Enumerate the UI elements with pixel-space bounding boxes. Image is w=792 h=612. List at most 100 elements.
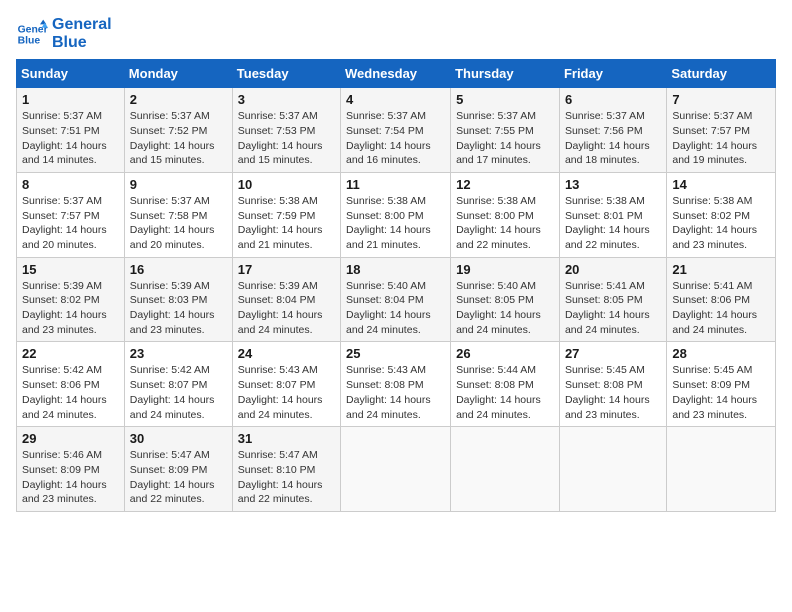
calendar-cell: 7 Sunrise: 5:37 AMSunset: 7:57 PMDayligh… [667,88,776,173]
day-detail: Sunrise: 5:40 AMSunset: 8:05 PMDaylight:… [456,280,541,336]
calendar-week-row: 8 Sunrise: 5:37 AMSunset: 7:57 PMDayligh… [17,172,776,257]
day-detail: Sunrise: 5:37 AMSunset: 7:58 PMDaylight:… [130,195,215,251]
day-detail: Sunrise: 5:37 AMSunset: 7:57 PMDaylight:… [672,110,757,166]
calendar-cell: 18 Sunrise: 5:40 AMSunset: 8:04 PMDaylig… [341,257,451,342]
calendar-cell: 29 Sunrise: 5:46 AMSunset: 8:09 PMDaylig… [17,427,125,512]
day-detail: Sunrise: 5:39 AMSunset: 8:03 PMDaylight:… [130,280,215,336]
calendar-cell: 30 Sunrise: 5:47 AMSunset: 8:09 PMDaylig… [124,427,232,512]
calendar-table: SundayMondayTuesdayWednesdayThursdayFrid… [16,59,776,512]
day-number: 24 [238,346,335,361]
weekday-header-wednesday: Wednesday [341,60,451,88]
calendar-cell: 8 Sunrise: 5:37 AMSunset: 7:57 PMDayligh… [17,172,125,257]
logo: General Blue General Blue [16,16,112,51]
day-number: 31 [238,431,335,446]
calendar-week-row: 22 Sunrise: 5:42 AMSunset: 8:06 PMDaylig… [17,342,776,427]
calendar-cell: 27 Sunrise: 5:45 AMSunset: 8:08 PMDaylig… [559,342,666,427]
day-detail: Sunrise: 5:39 AMSunset: 8:02 PMDaylight:… [22,280,107,336]
calendar-cell: 1 Sunrise: 5:37 AMSunset: 7:51 PMDayligh… [17,88,125,173]
calendar-cell: 11 Sunrise: 5:38 AMSunset: 8:00 PMDaylig… [341,172,451,257]
calendar-cell: 19 Sunrise: 5:40 AMSunset: 8:05 PMDaylig… [451,257,560,342]
day-number: 7 [672,92,770,107]
calendar-cell [341,427,451,512]
day-number: 5 [456,92,554,107]
day-detail: Sunrise: 5:46 AMSunset: 8:09 PMDaylight:… [22,449,107,505]
weekday-header-thursday: Thursday [451,60,560,88]
day-detail: Sunrise: 5:38 AMSunset: 8:01 PMDaylight:… [565,195,650,251]
calendar-cell: 25 Sunrise: 5:43 AMSunset: 8:08 PMDaylig… [341,342,451,427]
day-number: 13 [565,177,661,192]
day-number: 9 [130,177,227,192]
day-number: 20 [565,262,661,277]
page-header: General Blue General Blue [16,16,776,51]
day-detail: Sunrise: 5:37 AMSunset: 7:56 PMDaylight:… [565,110,650,166]
calendar-week-row: 15 Sunrise: 5:39 AMSunset: 8:02 PMDaylig… [17,257,776,342]
calendar-cell: 9 Sunrise: 5:37 AMSunset: 7:58 PMDayligh… [124,172,232,257]
day-number: 2 [130,92,227,107]
day-number: 18 [346,262,445,277]
day-number: 12 [456,177,554,192]
calendar-cell: 2 Sunrise: 5:37 AMSunset: 7:52 PMDayligh… [124,88,232,173]
calendar-week-row: 29 Sunrise: 5:46 AMSunset: 8:09 PMDaylig… [17,427,776,512]
calendar-cell: 6 Sunrise: 5:37 AMSunset: 7:56 PMDayligh… [559,88,666,173]
day-detail: Sunrise: 5:42 AMSunset: 8:07 PMDaylight:… [130,364,215,420]
day-number: 22 [22,346,119,361]
day-number: 23 [130,346,227,361]
calendar-cell [559,427,666,512]
day-number: 19 [456,262,554,277]
day-detail: Sunrise: 5:41 AMSunset: 8:05 PMDaylight:… [565,280,650,336]
day-number: 21 [672,262,770,277]
calendar-cell: 4 Sunrise: 5:37 AMSunset: 7:54 PMDayligh… [341,88,451,173]
day-detail: Sunrise: 5:47 AMSunset: 8:10 PMDaylight:… [238,449,323,505]
calendar-cell: 24 Sunrise: 5:43 AMSunset: 8:07 PMDaylig… [232,342,340,427]
calendar-cell: 3 Sunrise: 5:37 AMSunset: 7:53 PMDayligh… [232,88,340,173]
calendar-cell: 28 Sunrise: 5:45 AMSunset: 8:09 PMDaylig… [667,342,776,427]
day-number: 25 [346,346,445,361]
calendar-cell: 20 Sunrise: 5:41 AMSunset: 8:05 PMDaylig… [559,257,666,342]
logo-icon: General Blue [16,18,48,50]
calendar-cell: 10 Sunrise: 5:38 AMSunset: 7:59 PMDaylig… [232,172,340,257]
day-detail: Sunrise: 5:42 AMSunset: 8:06 PMDaylight:… [22,364,107,420]
svg-text:Blue: Blue [18,35,41,46]
weekday-header-friday: Friday [559,60,666,88]
calendar-week-row: 1 Sunrise: 5:37 AMSunset: 7:51 PMDayligh… [17,88,776,173]
day-number: 17 [238,262,335,277]
calendar-cell: 16 Sunrise: 5:39 AMSunset: 8:03 PMDaylig… [124,257,232,342]
day-detail: Sunrise: 5:40 AMSunset: 8:04 PMDaylight:… [346,280,431,336]
day-number: 15 [22,262,119,277]
day-detail: Sunrise: 5:39 AMSunset: 8:04 PMDaylight:… [238,280,323,336]
weekday-header-tuesday: Tuesday [232,60,340,88]
day-number: 1 [22,92,119,107]
logo-text-blue: Blue [52,34,112,52]
day-number: 27 [565,346,661,361]
day-number: 3 [238,92,335,107]
calendar-cell: 17 Sunrise: 5:39 AMSunset: 8:04 PMDaylig… [232,257,340,342]
calendar-cell [451,427,560,512]
day-detail: Sunrise: 5:38 AMSunset: 8:00 PMDaylight:… [346,195,431,251]
day-detail: Sunrise: 5:37 AMSunset: 7:53 PMDaylight:… [238,110,323,166]
calendar-cell: 15 Sunrise: 5:39 AMSunset: 8:02 PMDaylig… [17,257,125,342]
weekday-header-saturday: Saturday [667,60,776,88]
day-number: 29 [22,431,119,446]
day-detail: Sunrise: 5:37 AMSunset: 7:54 PMDaylight:… [346,110,431,166]
day-number: 26 [456,346,554,361]
day-detail: Sunrise: 5:41 AMSunset: 8:06 PMDaylight:… [672,280,757,336]
day-number: 14 [672,177,770,192]
day-detail: Sunrise: 5:43 AMSunset: 8:08 PMDaylight:… [346,364,431,420]
day-detail: Sunrise: 5:37 AMSunset: 7:51 PMDaylight:… [22,110,107,166]
day-detail: Sunrise: 5:37 AMSunset: 7:55 PMDaylight:… [456,110,541,166]
day-number: 4 [346,92,445,107]
calendar-cell: 31 Sunrise: 5:47 AMSunset: 8:10 PMDaylig… [232,427,340,512]
day-number: 28 [672,346,770,361]
day-detail: Sunrise: 5:45 AMSunset: 8:09 PMDaylight:… [672,364,757,420]
weekday-header-sunday: Sunday [17,60,125,88]
day-detail: Sunrise: 5:37 AMSunset: 7:57 PMDaylight:… [22,195,107,251]
calendar-cell: 23 Sunrise: 5:42 AMSunset: 8:07 PMDaylig… [124,342,232,427]
weekday-header-monday: Monday [124,60,232,88]
calendar-cell: 14 Sunrise: 5:38 AMSunset: 8:02 PMDaylig… [667,172,776,257]
day-detail: Sunrise: 5:38 AMSunset: 8:00 PMDaylight:… [456,195,541,251]
day-number: 8 [22,177,119,192]
logo-text-general: General [52,16,112,34]
day-detail: Sunrise: 5:37 AMSunset: 7:52 PMDaylight:… [130,110,215,166]
day-number: 16 [130,262,227,277]
calendar-cell: 21 Sunrise: 5:41 AMSunset: 8:06 PMDaylig… [667,257,776,342]
